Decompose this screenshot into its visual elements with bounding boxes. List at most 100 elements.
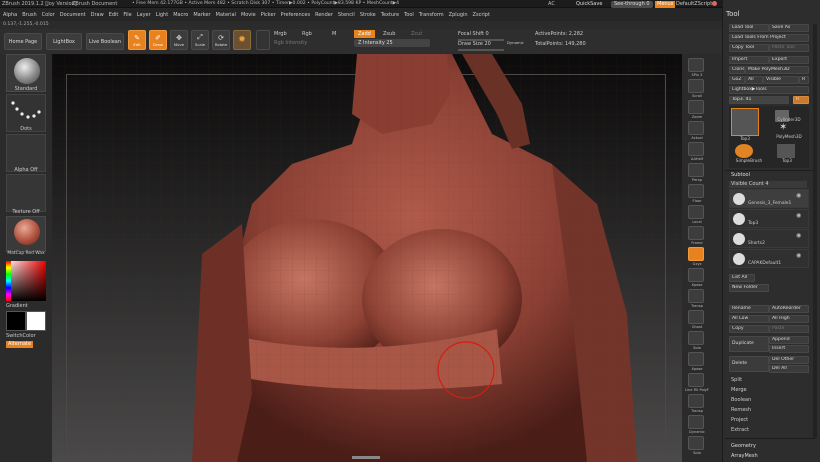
lightbox-tools-button[interactable]: Lightbox▶Tools bbox=[729, 86, 809, 94]
remesh-section[interactable]: Remesh bbox=[731, 408, 751, 413]
right-shelf-button[interactable] bbox=[688, 121, 704, 135]
visible-count-slider[interactable]: Visible Count 4 bbox=[729, 181, 807, 188]
draw-size-slider[interactable]: Draw Size 20 bbox=[458, 42, 491, 47]
color-swatch-button[interactable] bbox=[256, 30, 270, 50]
tool-thumb-top3-small[interactable] bbox=[777, 144, 795, 158]
edit-mode-button[interactable]: ✎ Edit bbox=[128, 30, 146, 50]
delete-button[interactable]: Delete bbox=[729, 356, 769, 372]
visibility-eye-icon[interactable]: ◉ bbox=[796, 232, 801, 239]
right-shelf-button[interactable] bbox=[688, 100, 704, 114]
ac-indicator[interactable]: AC bbox=[548, 1, 555, 7]
menu-item[interactable]: Stencil bbox=[338, 12, 355, 18]
del-other-button[interactable]: Del Other bbox=[769, 356, 809, 364]
color-picker[interactable] bbox=[6, 261, 46, 301]
texture-thumbnail[interactable] bbox=[6, 174, 46, 212]
del-all-button[interactable]: Del All bbox=[769, 365, 809, 373]
goz-visible-button[interactable]: Visible bbox=[763, 76, 799, 84]
hue-slider[interactable] bbox=[6, 261, 11, 301]
list-all-button[interactable]: List All bbox=[729, 274, 755, 282]
menu-item[interactable]: Layer bbox=[137, 12, 151, 18]
project-section[interactable]: Project bbox=[731, 418, 748, 423]
draw-mode-button[interactable]: ✐ Draw bbox=[149, 30, 167, 50]
scale-mode-button[interactable]: ⤢ Scale bbox=[191, 30, 209, 50]
all-low-button[interactable]: All Low bbox=[729, 315, 769, 323]
see-through-slider[interactable]: See-through 0 bbox=[611, 0, 653, 8]
right-shelf-button[interactable] bbox=[688, 373, 704, 387]
menu-item[interactable]: Light bbox=[156, 12, 168, 18]
gizmo-button[interactable]: ✹ bbox=[233, 30, 251, 50]
arraymesh-header[interactable]: ArrayMesh bbox=[731, 454, 758, 459]
quicksave-button[interactable]: QuickSave bbox=[576, 1, 602, 7]
menu-item[interactable]: Preferences bbox=[281, 12, 310, 18]
right-shelf-button[interactable] bbox=[688, 184, 704, 198]
move-mode-button[interactable]: ✥ Move bbox=[170, 30, 188, 50]
material-thumbnail[interactable] bbox=[6, 216, 46, 252]
main-color-swatch[interactable] bbox=[6, 311, 26, 331]
right-shelf-button[interactable] bbox=[688, 289, 704, 303]
menu-item[interactable]: Picker bbox=[261, 12, 276, 18]
secondary-color-swatch[interactable] bbox=[26, 311, 46, 331]
right-shelf-button[interactable] bbox=[688, 415, 704, 429]
right-shelf-button[interactable] bbox=[688, 58, 704, 72]
menu-item[interactable]: Color bbox=[42, 12, 55, 18]
visibility-eye-icon[interactable]: ◉ bbox=[796, 192, 801, 199]
tray-scrollbar[interactable] bbox=[813, 24, 817, 438]
z-intensity-slider[interactable]: Z Intensity 25 bbox=[354, 39, 430, 47]
menu-item[interactable]: Draw bbox=[91, 12, 104, 18]
copy-subtool-button[interactable]: Copy bbox=[729, 325, 769, 333]
autoreorder-button[interactable]: AutoReorder bbox=[769, 305, 809, 313]
menu-item[interactable]: Material bbox=[216, 12, 236, 18]
rgb-button[interactable]: Rgb bbox=[302, 32, 312, 37]
insert-button[interactable]: Insert bbox=[769, 345, 809, 353]
merge-section[interactable]: Merge bbox=[731, 388, 747, 393]
menu-item[interactable]: Texture bbox=[381, 12, 399, 18]
right-shelf-button[interactable] bbox=[688, 163, 704, 177]
home-page-button[interactable]: Home Page bbox=[4, 33, 42, 50]
draw-size-track[interactable] bbox=[458, 49, 504, 51]
visibility-eye-icon[interactable]: ◉ bbox=[796, 212, 801, 219]
menu-item[interactable]: Stroke bbox=[360, 12, 376, 18]
tool-palette-header[interactable]: Tool bbox=[726, 10, 740, 18]
load-tools-from-project-button[interactable]: Load Tools From Project bbox=[729, 34, 809, 42]
menu-item[interactable]: Transform bbox=[419, 12, 444, 18]
alternate-button[interactable]: Alternate bbox=[6, 341, 34, 348]
tool-thumb-simplebrush[interactable] bbox=[735, 144, 753, 158]
menu-item[interactable]: Brush bbox=[22, 12, 36, 18]
right-shelf-button[interactable] bbox=[688, 394, 704, 408]
copy-tool-button[interactable]: Copy Tool bbox=[729, 44, 769, 52]
right-shelf-button[interactable] bbox=[688, 352, 704, 366]
menu-item[interactable]: Macro bbox=[173, 12, 188, 18]
load-tool-button[interactable]: Load Tool bbox=[729, 24, 769, 32]
m-button[interactable]: M bbox=[332, 32, 336, 37]
subtool-row[interactable]: Top3 ◉ bbox=[729, 209, 809, 228]
menu-item[interactable]: Movie bbox=[241, 12, 256, 18]
right-shelf-button[interactable] bbox=[688, 142, 704, 156]
goz-all-button[interactable]: All bbox=[745, 76, 763, 84]
split-section[interactable]: Split bbox=[731, 378, 742, 383]
menu-item[interactable]: Zscript bbox=[473, 12, 490, 18]
import-button[interactable]: Import bbox=[729, 56, 769, 64]
polymesh-star-icon[interactable]: ✶ bbox=[779, 122, 787, 133]
geometry-header[interactable]: Geometry bbox=[731, 444, 756, 449]
viewport-scroll-handle[interactable] bbox=[352, 456, 380, 459]
menu-item[interactable]: Document bbox=[60, 12, 86, 18]
focal-shift-slider[interactable]: Focal Shift 0 bbox=[458, 32, 489, 37]
goz-r-button[interactable]: R bbox=[799, 76, 809, 84]
tool-slider[interactable]: Top3. 41 bbox=[729, 96, 789, 104]
subtool-row[interactable]: Genesis_3_Female1 ◉ bbox=[729, 189, 809, 208]
subtool-row[interactable]: Shorts2 ◉ bbox=[729, 229, 809, 248]
clone-button[interactable]: Clone bbox=[729, 66, 745, 74]
right-shelf-button[interactable] bbox=[688, 247, 704, 261]
boolean-section[interactable]: Boolean bbox=[731, 398, 751, 403]
tool-r-button[interactable]: R bbox=[793, 96, 809, 104]
goz-button[interactable]: GoZ bbox=[729, 76, 745, 84]
zadd-button[interactable]: Zadd bbox=[354, 30, 375, 38]
menu-item[interactable]: Alpha bbox=[3, 12, 17, 18]
extract-section[interactable]: Extract bbox=[731, 428, 749, 433]
live-boolean-button[interactable]: Live Boolean bbox=[86, 33, 124, 50]
subtool-row[interactable]: CAPAKDefault1 ◉ bbox=[729, 249, 809, 268]
tool-thumb-top3[interactable] bbox=[731, 108, 759, 136]
right-shelf-button[interactable] bbox=[688, 205, 704, 219]
export-button[interactable]: Export bbox=[769, 56, 809, 64]
menu-item[interactable]: Edit bbox=[109, 12, 119, 18]
